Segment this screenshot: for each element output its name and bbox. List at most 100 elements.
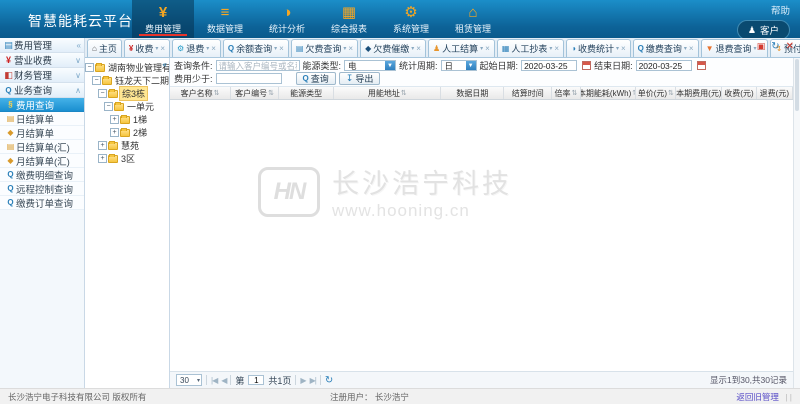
sidebar-item-payment-detail-query[interactable]: 缴费明细查询 bbox=[0, 168, 84, 182]
tab-menu-icon[interactable]: ▾ bbox=[411, 45, 414, 52]
sidebar-item-monthly-statement[interactable]: 月结算单 bbox=[0, 126, 84, 140]
first-page-button[interactable]: |◀ bbox=[211, 376, 217, 385]
close-icon[interactable]: × bbox=[160, 44, 165, 53]
collapse-node-icon[interactable]: − bbox=[104, 102, 113, 111]
start-date-input[interactable]: 2020-03-25 bbox=[521, 60, 577, 71]
export-button[interactable]: ↧ 导出 bbox=[339, 72, 381, 85]
tree-node-huiyuan[interactable]: + 慧苑 bbox=[85, 139, 169, 152]
calendar-icon[interactable] bbox=[697, 61, 706, 70]
sort-icon[interactable]: ⇅ bbox=[268, 89, 274, 97]
column-settle-time[interactable]: 结算时间 bbox=[504, 87, 552, 99]
tab-menu-icon[interactable]: ▾ bbox=[684, 45, 687, 52]
close-icon[interactable]: × bbox=[621, 44, 626, 53]
column-address[interactable]: 用能地址 ⇅ bbox=[334, 87, 441, 99]
last-page-button[interactable]: ▶| bbox=[310, 376, 316, 385]
close-icon[interactable]: × bbox=[416, 44, 421, 53]
tab-charge-statistics[interactable]: 收费统计 ▾ × bbox=[566, 39, 631, 57]
fee-less-input[interactable] bbox=[216, 73, 282, 84]
legacy-system-link[interactable]: 返回旧管理 | | bbox=[736, 391, 792, 403]
collapse-node-icon[interactable]: − bbox=[98, 89, 107, 98]
tree-node-stair2[interactable]: + 2梯 bbox=[85, 126, 169, 139]
tree-node-stair1[interactable]: + 1梯 bbox=[85, 113, 169, 126]
user-menu[interactable]: 客户 bbox=[737, 20, 790, 40]
expand-node-icon[interactable]: + bbox=[98, 154, 107, 163]
reload-icon[interactable]: ↻ bbox=[325, 375, 333, 386]
sidebar-section-fee-management[interactable]: 费用管理 « bbox=[0, 38, 84, 53]
column-customer-no[interactable]: 客户编号 ⇅ bbox=[231, 87, 279, 99]
help-link[interactable]: 帮助 bbox=[771, 3, 790, 17]
close-icon[interactable]: × bbox=[279, 44, 284, 53]
close-icon[interactable]: × bbox=[211, 44, 216, 53]
sidebar-item-fee-query[interactable]: 费用查询 bbox=[0, 98, 84, 112]
sidebar-item-daily-statement[interactable]: 日结算单 bbox=[0, 112, 84, 126]
tab-menu-icon[interactable]: ▾ bbox=[616, 45, 619, 52]
tree-collapse-icon[interactable]: « bbox=[163, 60, 167, 69]
calendar-icon[interactable] bbox=[582, 61, 591, 70]
nav-system[interactable]: 系统管理 bbox=[380, 0, 442, 38]
column-customer-name[interactable]: 客户名称 ⇅ bbox=[170, 87, 231, 99]
column-refunded[interactable]: 退费(元) bbox=[757, 87, 793, 99]
sidebar-item-payment-order-query[interactable]: 缴费订单查询 bbox=[0, 196, 84, 210]
tab-home[interactable]: 主页 bbox=[87, 39, 122, 57]
vertical-scrollbar[interactable] bbox=[793, 58, 800, 388]
column-energy-consumption[interactable]: 本期能耗(kWh) ⇅ bbox=[581, 87, 636, 99]
tab-payment-query[interactable]: 缴费查询 ▾ × bbox=[633, 39, 699, 57]
sidebar-section-finance[interactable]: 财务管理 ∨ bbox=[0, 68, 84, 83]
page-number-input[interactable] bbox=[248, 375, 264, 385]
sidebar-item-daily-statement-sum[interactable]: 日结算单(汇) bbox=[0, 140, 84, 154]
sort-icon[interactable]: ⇅ bbox=[214, 89, 220, 97]
column-current-fee[interactable]: 本期费用(元) bbox=[676, 87, 722, 99]
sidebar-item-remote-control-query[interactable]: 远程控制查询 bbox=[0, 182, 84, 196]
next-page-button[interactable]: ▶ bbox=[300, 376, 305, 385]
column-energy-type[interactable]: 能源类型 bbox=[279, 87, 334, 99]
period-select[interactable]: 日 ▼ bbox=[441, 60, 477, 71]
sort-icon[interactable]: ⇅ bbox=[401, 89, 407, 97]
expand-node-icon[interactable]: + bbox=[110, 115, 119, 124]
end-date-input[interactable]: 2020-03-25 bbox=[636, 60, 692, 71]
tree-node-zone3[interactable]: + 3区 bbox=[85, 152, 169, 165]
close-icon[interactable]: × bbox=[689, 44, 694, 53]
tab-charge[interactable]: 收费 ▾ × bbox=[124, 39, 170, 57]
tree-node-company[interactable]: − 湖南物业管理有限公司 bbox=[85, 61, 169, 74]
tab-arrears-reminder[interactable]: 欠费催缴 ▾ × bbox=[360, 39, 426, 57]
sort-icon[interactable]: ⇅ bbox=[572, 89, 578, 97]
sidebar-section-billing[interactable]: 营业收费 ∨ bbox=[0, 53, 84, 68]
tree-node-unit1[interactable]: − 一单元 bbox=[85, 100, 169, 113]
collapse-icon[interactable]: « bbox=[77, 41, 81, 50]
nav-reports[interactable]: 综合报表 bbox=[318, 0, 380, 38]
condition-input[interactable] bbox=[216, 60, 300, 71]
tab-arrears-query[interactable]: 欠费查询 ▾ × bbox=[291, 39, 358, 57]
tab-menu-icon[interactable]: ▾ bbox=[549, 45, 552, 52]
tree-node-building3[interactable]: − 综3栋 bbox=[85, 87, 169, 100]
column-unit-price[interactable]: 单价(元) ⇅ bbox=[636, 87, 676, 99]
maximize-icon[interactable]: ▣ bbox=[757, 41, 766, 52]
tab-menu-icon[interactable]: ▾ bbox=[155, 45, 158, 52]
tab-menu-icon[interactable]: ▾ bbox=[343, 45, 346, 52]
collapse-node-icon[interactable]: − bbox=[92, 76, 101, 85]
tab-menu-icon[interactable]: ▾ bbox=[480, 45, 483, 52]
search-button[interactable]: Q 查询 bbox=[296, 72, 336, 85]
column-ratio[interactable]: 倍率 ⇅ bbox=[552, 87, 581, 99]
prev-page-button[interactable]: ◀ bbox=[221, 376, 226, 385]
column-data-date[interactable]: 数据日期 bbox=[441, 87, 504, 99]
close-all-icon[interactable]: ✕ bbox=[786, 41, 794, 52]
refresh-icon[interactable]: ↻ bbox=[771, 41, 779, 52]
sort-icon[interactable]: ⇅ bbox=[668, 89, 674, 97]
nav-fee-management[interactable]: 费用管理 bbox=[132, 0, 194, 38]
expand-node-icon[interactable]: + bbox=[110, 128, 119, 137]
tab-menu-icon[interactable]: ▾ bbox=[274, 45, 277, 52]
column-charged[interactable]: 收费(元) bbox=[722, 87, 756, 99]
tab-balance-query[interactable]: 余额查询 ▾ × bbox=[223, 39, 289, 57]
sidebar-section-business-query[interactable]: 业务查询 ∧ bbox=[0, 83, 84, 98]
sidebar-item-monthly-statement-sum[interactable]: 月结算单(汇) bbox=[0, 154, 84, 168]
close-icon[interactable]: × bbox=[348, 44, 353, 53]
page-size-select[interactable]: 30 ▾ bbox=[176, 374, 202, 386]
collapse-node-icon[interactable]: − bbox=[85, 63, 94, 72]
close-icon[interactable]: × bbox=[485, 44, 490, 53]
expand-node-icon[interactable]: + bbox=[98, 141, 107, 150]
tab-refund[interactable]: 退费 ▾ × bbox=[172, 39, 221, 57]
scrollbar-thumb[interactable] bbox=[795, 59, 799, 111]
tab-manual-meter-reading[interactable]: 人工抄表 ▾ × bbox=[497, 39, 564, 57]
nav-leasing[interactable]: 租赁管理 bbox=[442, 0, 504, 38]
energy-type-select[interactable]: 电 ▼ bbox=[344, 60, 396, 71]
